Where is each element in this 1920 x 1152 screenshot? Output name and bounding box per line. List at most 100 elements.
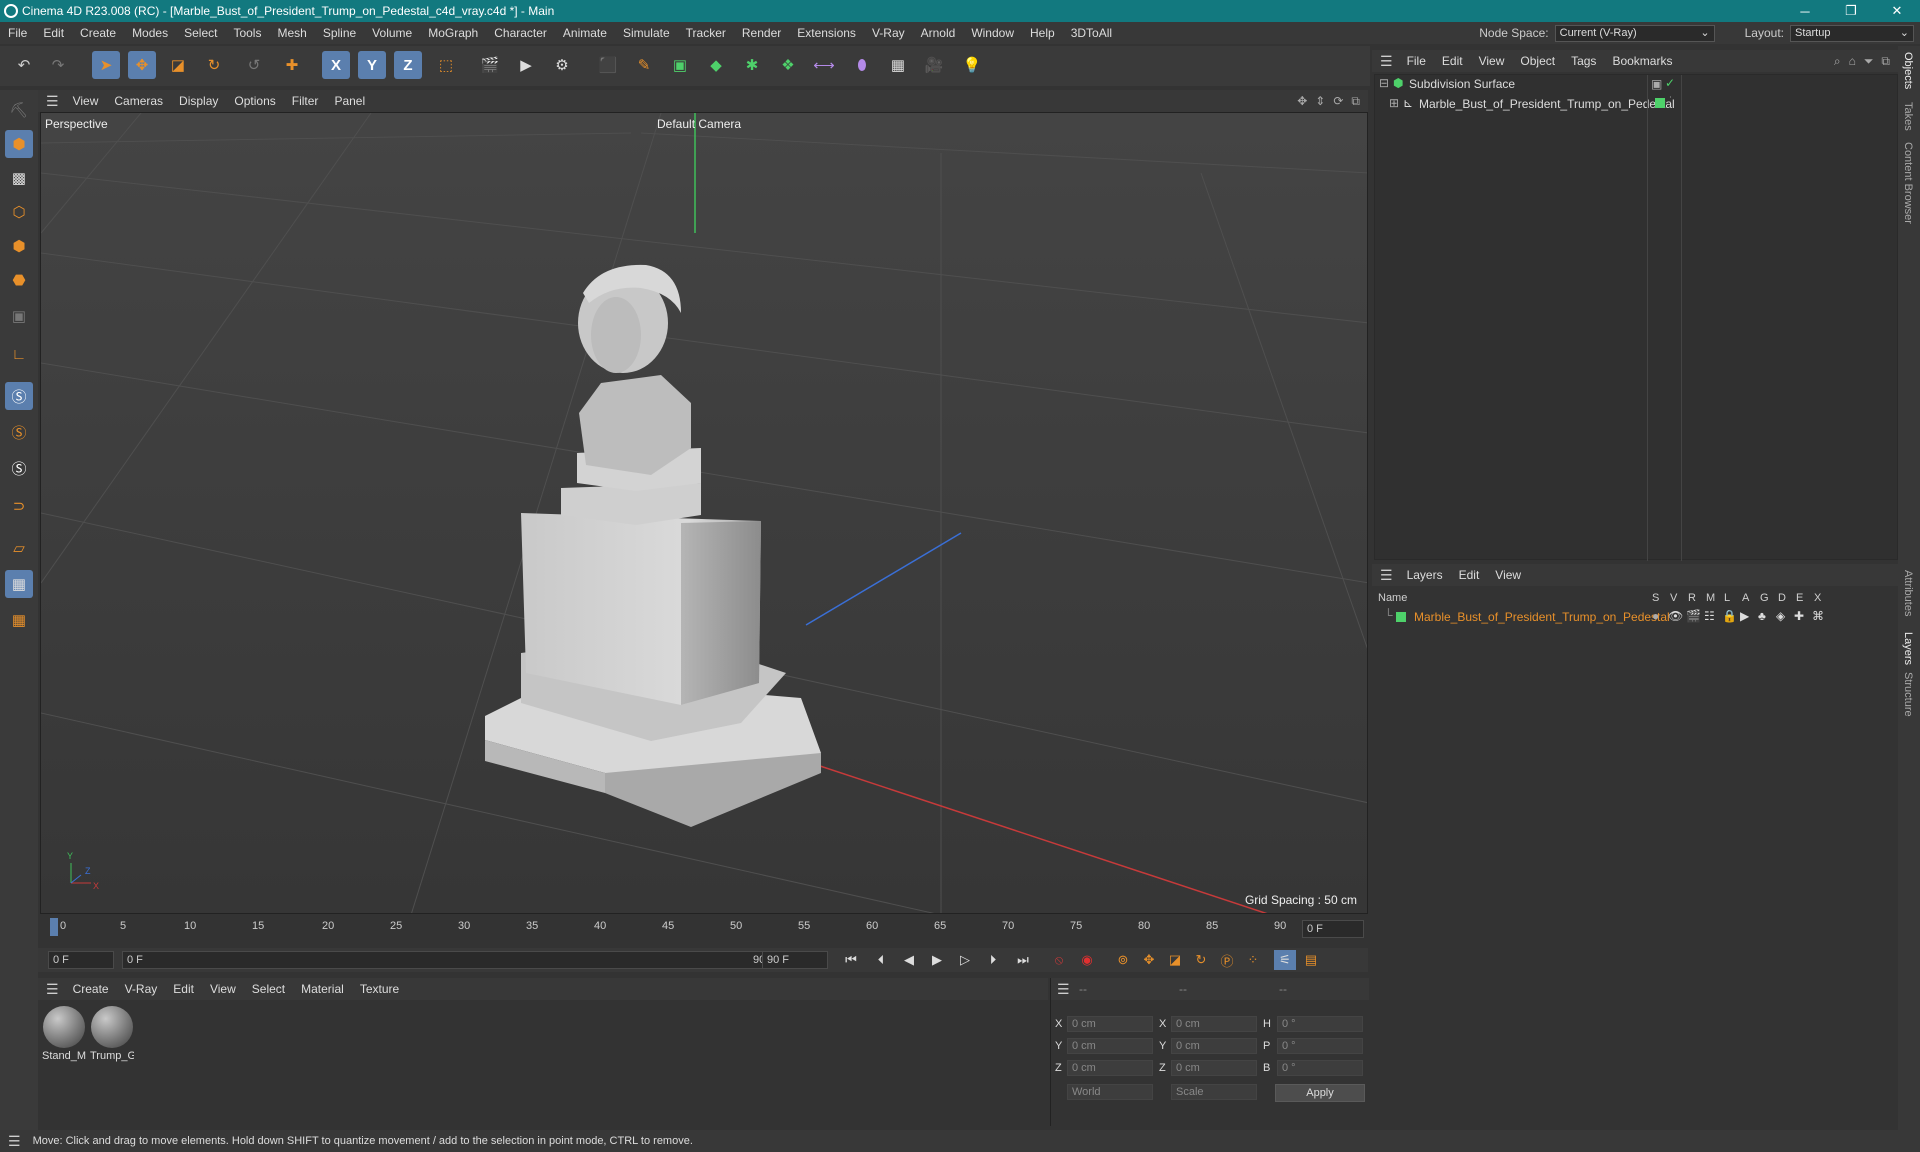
apply-button[interactable]: Apply — [1275, 1084, 1365, 1102]
objects-menu-object[interactable]: Object — [1512, 54, 1563, 68]
menu-animate[interactable]: Animate — [555, 26, 615, 40]
layer-name[interactable]: Marble_Bust_of_President_Trump_on_Pedest… — [1414, 610, 1670, 624]
hamburger-icon[interactable]: ☰ — [46, 981, 59, 998]
material-swatch[interactable]: Stand_M — [42, 1006, 86, 1062]
layer-color-swatch[interactable] — [1655, 98, 1665, 108]
undo-icon[interactable]: ↶ — [10, 51, 38, 79]
menu-file[interactable]: File — [0, 26, 35, 40]
axis-mode-icon[interactable]: ∟ — [5, 340, 33, 368]
timeline-ruler[interactable]: 0 5 10 15 20 25 30 35 40 45 50 55 60 65 … — [38, 914, 1368, 948]
start-frame-field[interactable]: 0 F — [48, 951, 114, 969]
maximize-button[interactable]: ❐ — [1828, 3, 1874, 19]
menu-arnold[interactable]: Arnold — [913, 26, 964, 40]
field-icon[interactable]: ⬮ — [848, 51, 876, 79]
enabled-check-icon[interactable]: ✓ — [1665, 76, 1675, 90]
autokey-icon[interactable]: ◉ — [1076, 950, 1098, 970]
rotation-b-field[interactable]: 0 ° — [1277, 1060, 1363, 1076]
snap-icon[interactable]: Ⓢ — [5, 382, 33, 410]
material-menu-material[interactable]: Material — [293, 982, 352, 996]
coord-system-dropdown[interactable]: World — [1067, 1084, 1153, 1100]
layers-menu-view[interactable]: View — [1487, 568, 1529, 582]
snap-settings-icon[interactable]: Ⓢ — [5, 418, 33, 446]
viewport-menu-view[interactable]: View — [65, 94, 107, 108]
size-x-field[interactable]: 0 cm — [1171, 1016, 1257, 1032]
menu-3dtoall[interactable]: 3DToAll — [1063, 26, 1120, 40]
menu-help[interactable]: Help — [1022, 26, 1063, 40]
key-rotation-icon[interactable]: ↻ — [1190, 950, 1212, 970]
prev-key-icon[interactable]: ⏴ — [870, 950, 892, 970]
next-key-icon[interactable]: ⏵ — [982, 950, 1004, 970]
recent-tool-icon[interactable]: ↺ — [240, 51, 268, 79]
expression-icon[interactable]: ✚ — [1794, 609, 1804, 623]
layer-row[interactable]: └ Marble_Bust_of_President_Trump_on_Pede… — [1374, 608, 1898, 626]
manager-icon[interactable]: ☷ — [1704, 609, 1715, 623]
magnet-icon[interactable]: ⊃ — [5, 492, 33, 520]
goto-start-icon[interactable]: ⏮ — [840, 950, 862, 970]
tab-takes[interactable]: Takes — [1902, 102, 1914, 131]
end-frame-field[interactable]: 90 F — [762, 951, 828, 969]
animation-icon[interactable]: ▶ — [1740, 609, 1749, 623]
subdivision-icon[interactable]: ▣ — [666, 51, 694, 79]
maximize-view-icon[interactable]: ⧉ — [1351, 94, 1360, 109]
key-scale-icon[interactable]: ◪ — [1164, 950, 1186, 970]
position-z-field[interactable]: 0 cm — [1067, 1060, 1153, 1076]
key-param-icon[interactable]: Ⓟ — [1216, 950, 1238, 970]
position-y-field[interactable]: 0 cm — [1067, 1038, 1153, 1054]
solo-dot-icon[interactable]: ● — [1652, 609, 1659, 623]
pan-view-icon[interactable]: ✥ — [1297, 94, 1307, 108]
menu-extensions[interactable]: Extensions — [789, 26, 864, 40]
menu-select[interactable]: Select — [176, 26, 225, 40]
menu-modes[interactable]: Modes — [124, 26, 176, 40]
3d-viewport[interactable]: Y Z X Perspective Default Camera Grid Sp… — [40, 112, 1368, 914]
layers-menu-layers[interactable]: Layers — [1399, 568, 1451, 582]
play-icon[interactable]: ▶ — [926, 950, 948, 970]
y-axis-button[interactable]: Y — [358, 51, 386, 79]
extrude-icon[interactable]: ◆ — [702, 51, 730, 79]
coordinate-system-icon[interactable]: ⬚ — [432, 51, 460, 79]
render-view-icon[interactable]: 🎬 — [476, 51, 504, 79]
record-icon[interactable]: ⦸ — [1048, 950, 1070, 970]
redo-icon[interactable]: ↷ — [44, 51, 72, 79]
eye-icon[interactable]: 👁 — [1668, 609, 1683, 623]
camera-label[interactable]: Default Camera — [657, 117, 741, 131]
hamburger-icon[interactable]: ☰ — [1380, 53, 1393, 70]
tab-layers[interactable]: Layers — [1902, 632, 1914, 665]
rotation-p-field[interactable]: 0 ° — [1277, 1038, 1363, 1054]
material-menu-edit[interactable]: Edit — [165, 982, 202, 996]
timeline-window-icon[interactable]: ▤ — [1300, 950, 1322, 970]
render-settings-icon[interactable]: ⚙ — [548, 51, 576, 79]
object-row[interactable]: ⊟ ⬢ Subdivision Surface ▣ ✓ — [1375, 75, 1897, 93]
rotate-tool-icon[interactable]: ↻ — [200, 51, 228, 79]
material-menu-view[interactable]: View — [202, 982, 244, 996]
cloner-icon[interactable]: ✱ — [738, 51, 766, 79]
menu-mesh[interactable]: Mesh — [269, 26, 314, 40]
goto-end-icon[interactable]: ⏭ — [1012, 950, 1034, 970]
scale-tool-icon[interactable]: ◪ — [164, 51, 192, 79]
objects-menu-tags[interactable]: Tags — [1563, 54, 1604, 68]
deformer-icon[interactable]: ◈ — [1776, 609, 1785, 623]
texture-mode-icon[interactable]: ▩ — [5, 164, 33, 192]
hamburger-icon[interactable]: ☰ — [1057, 981, 1070, 998]
make-editable-icon[interactable]: ⛏ — [5, 96, 33, 124]
current-frame-field[interactable]: 0 F — [1302, 920, 1364, 938]
new-view-icon[interactable]: ⧉ — [1881, 54, 1890, 69]
grid-workplane-icon[interactable]: ▦ — [5, 570, 33, 598]
material-menu-texture[interactable]: Texture — [352, 982, 407, 996]
expand-icon[interactable]: ⊞ — [1389, 96, 1399, 110]
menu-volume[interactable]: Volume — [364, 26, 420, 40]
mograph-icon[interactable]: ❖ — [774, 51, 802, 79]
objects-menu-file[interactable]: File — [1399, 54, 1434, 68]
menu-character[interactable]: Character — [486, 26, 555, 40]
material-menu-select[interactable]: Select — [244, 982, 293, 996]
material-swatch[interactable]: Trump_G — [90, 1006, 134, 1062]
hamburger-icon[interactable]: ☰ — [46, 93, 59, 110]
menu-window[interactable]: Window — [963, 26, 1022, 40]
z-axis-button[interactable]: Z — [394, 51, 422, 79]
generator-icon[interactable]: ♣ — [1758, 609, 1766, 623]
filter-icon[interactable]: ⏷ — [1864, 54, 1874, 69]
rotation-h-field[interactable]: 0 ° — [1277, 1016, 1363, 1032]
objects-menu-view[interactable]: View — [1471, 54, 1513, 68]
layers-menu-edit[interactable]: Edit — [1451, 568, 1488, 582]
tab-structure[interactable]: Structure — [1902, 672, 1914, 717]
zoom-view-icon[interactable]: ⇕ — [1315, 94, 1325, 108]
